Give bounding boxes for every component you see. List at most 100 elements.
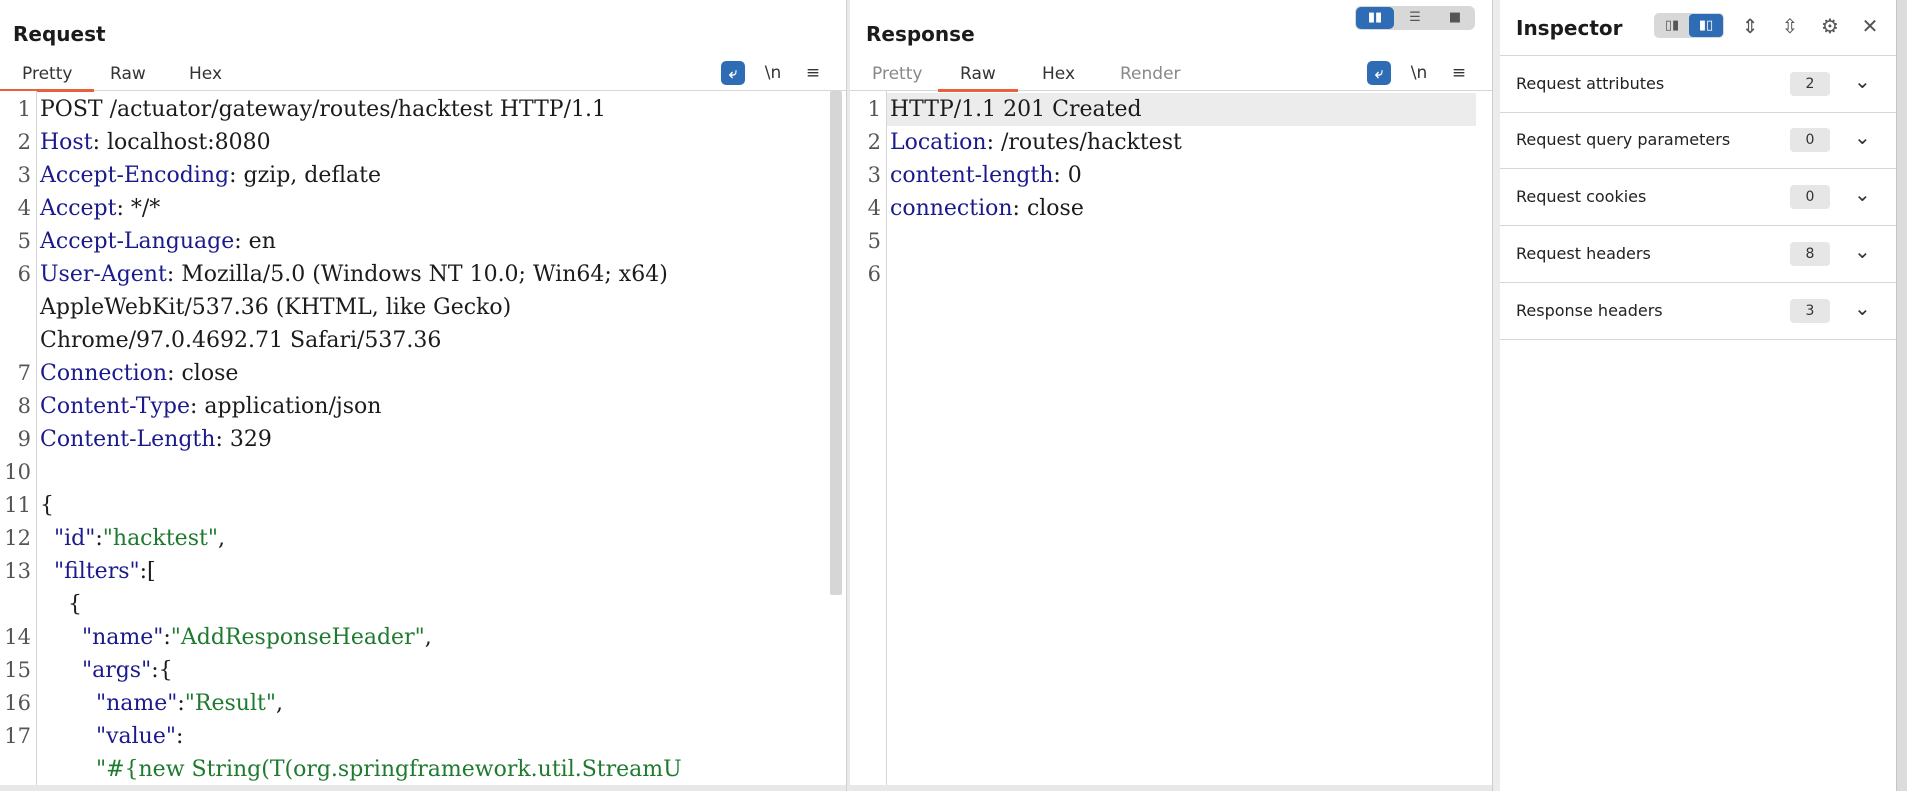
- inspector-section-response-headers[interactable]: Response headers 3 ⌄: [1500, 283, 1896, 340]
- section-label: Request attributes: [1516, 74, 1665, 93]
- string-token: "#{new String(T(org.springframework.util…: [95, 757, 682, 782]
- inspector-section-request-query-parameters[interactable]: Request query parameters 0 ⌄: [1500, 112, 1896, 169]
- expand-all-icon[interactable]: ⇕: [1736, 12, 1764, 40]
- chevron-down-icon[interactable]: ⌄: [1854, 69, 1871, 93]
- close-icon[interactable]: ✕: [1856, 12, 1884, 40]
- newline-toggle[interactable]: \n: [1405, 60, 1433, 86]
- section-label: Request headers: [1516, 244, 1651, 263]
- request-tab-pretty[interactable]: Pretty: [0, 62, 95, 92]
- chevron-down-icon[interactable]: ⌄: [1854, 125, 1871, 149]
- word-wrap-icon[interactable]: ⤶: [1367, 61, 1391, 85]
- string-token: "Result": [184, 691, 276, 716]
- json-key: "id": [54, 526, 96, 551]
- line-number: 17: [4, 724, 31, 748]
- line-number: 8: [17, 394, 31, 418]
- split-vertical-icon[interactable]: ☰: [1396, 7, 1434, 29]
- code-line: "name":"Result",: [40, 687, 283, 720]
- response-tab-raw[interactable]: Raw: [938, 62, 1018, 92]
- request-hscrollbar[interactable]: [0, 785, 846, 791]
- inspector-dock-right-icon[interactable]: ▮▯: [1689, 14, 1723, 37]
- code-token: :: [177, 691, 185, 716]
- header-name: Accept-Language: [40, 229, 235, 254]
- menu-icon[interactable]: ≡: [1445, 60, 1473, 86]
- code-token: : en: [234, 229, 276, 254]
- request-tab-hex[interactable]: Hex: [167, 62, 244, 89]
- request-panel: Request Pretty Raw Hex ⤶ \n ≡ 1234567891…: [0, 0, 846, 791]
- code-token: : */*: [116, 196, 161, 221]
- line-number: 4: [17, 196, 31, 220]
- request-tab-raw[interactable]: Raw: [88, 62, 168, 89]
- code-line: HTTP/1.1 201 Created: [890, 93, 1142, 126]
- header-name: Accept: [40, 196, 117, 221]
- code-line: content-length: 0: [890, 159, 1082, 192]
- line-number: 5: [17, 229, 31, 253]
- line-number: 1: [17, 97, 31, 121]
- single-pane-icon[interactable]: ■: [1436, 7, 1474, 29]
- line-number: 3: [17, 163, 31, 187]
- layout-toggle: ▮▮ ☰ ■: [1355, 6, 1475, 30]
- response-tab-pretty[interactable]: Pretty: [850, 62, 944, 89]
- inspector-section-request-headers[interactable]: Request headers 8 ⌄: [1500, 226, 1896, 283]
- line-number-gutter: 1 2 3 4 5 6: [850, 91, 887, 791]
- code-line: Accept: */*: [40, 192, 160, 225]
- code-token: : localhost:8080: [92, 130, 271, 155]
- section-label: Request query parameters: [1516, 130, 1731, 149]
- code-token: Chrome/97.0.4692.71 Safari/537.36: [40, 328, 442, 353]
- code-line: "name":"AddResponseHeader",: [40, 621, 432, 654]
- json-key: "name": [95, 691, 178, 716]
- line-number-gutter: 1 2 3 4 5 6 7 8 9 10 11 12 13 14 15 16 17: [0, 91, 37, 791]
- menu-icon[interactable]: ≡: [799, 60, 827, 86]
- line-number: 13: [4, 559, 31, 583]
- code-line: POST /actuator/gateway/routes/hacktest H…: [40, 93, 606, 126]
- split-horizontal-icon[interactable]: ▮▮: [1356, 7, 1394, 29]
- code-line: "filters":[: [40, 555, 156, 588]
- response-tab-render[interactable]: Render: [1098, 62, 1203, 89]
- code-line: Host: localhost:8080: [40, 126, 271, 159]
- request-title: Request: [13, 22, 106, 46]
- code-token: : gzip, deflate: [229, 163, 382, 188]
- string-token: "hacktest": [102, 526, 218, 551]
- code-token: :[: [139, 559, 156, 584]
- inspector-section-request-attributes[interactable]: Request attributes 2 ⌄: [1500, 55, 1896, 113]
- code-line: connection: close: [890, 192, 1084, 225]
- window-edge-scrollbar[interactable]: [1896, 0, 1907, 791]
- inspector-dock-left-icon[interactable]: ▯▮: [1655, 14, 1689, 37]
- response-panel: Response Pretty Raw Hex Render ⤶ \n ≡ 1 2…: [850, 0, 1492, 791]
- code-token: : 329: [215, 427, 272, 452]
- line-number: 6: [17, 262, 31, 286]
- request-editor[interactable]: 1 2 3 4 5 6 7 8 9 10 11 12 13 14 15 16 17 POST /actuator…: [0, 91, 846, 791]
- chevron-down-icon[interactable]: ⌄: [1854, 296, 1871, 320]
- response-tab-hex[interactable]: Hex: [1020, 62, 1097, 89]
- code-line: Accept-Encoding: gzip, deflate: [40, 159, 381, 192]
- word-wrap-icon[interactable]: ⤶: [721, 61, 745, 85]
- code-token: ,: [275, 691, 283, 716]
- code-line: Location: /routes/hacktest: [890, 126, 1182, 159]
- inspector-section-request-cookies[interactable]: Request cookies 0 ⌄: [1500, 169, 1896, 226]
- chevron-down-icon[interactable]: ⌄: [1854, 239, 1871, 263]
- code-token: {: [40, 493, 54, 518]
- line-number: 9: [17, 427, 31, 451]
- code-token: : application/json: [189, 394, 382, 419]
- code-token: : close: [167, 361, 239, 386]
- code-token: {: [40, 592, 82, 617]
- response-tabbar: Pretty Raw Hex Render ⤶ \n ≡: [850, 58, 1492, 92]
- count-badge: 3: [1790, 299, 1830, 323]
- code-line: "id":"hacktest",: [40, 522, 225, 555]
- code-line: Accept-Language: en: [40, 225, 276, 258]
- inspector-panel: Inspector ▯▮ ▮▯ ⇕ ⇳ ⚙ ✕ Request attribut…: [1500, 0, 1896, 791]
- newline-toggle[interactable]: \n: [759, 60, 787, 86]
- code-line: AppleWebKit/537.36 (KHTML, like Gecko): [40, 291, 511, 324]
- collapse-all-icon[interactable]: ⇳: [1776, 12, 1804, 40]
- string-token: "AddResponseHeader": [170, 625, 425, 650]
- request-tabbar: Pretty Raw Hex ⤶ \n ≡: [0, 58, 846, 92]
- count-badge: 2: [1790, 72, 1830, 96]
- gear-icon[interactable]: ⚙: [1816, 12, 1844, 40]
- response-hscrollbar[interactable]: [850, 785, 1492, 791]
- request-scrollbar[interactable]: [830, 91, 842, 595]
- chevron-down-icon[interactable]: ⌄: [1854, 182, 1871, 206]
- response-editor[interactable]: 1 2 3 4 5 6 HTTP/1.1 201 Created Location: /ro…: [850, 91, 1492, 791]
- line-number: 2: [17, 130, 31, 154]
